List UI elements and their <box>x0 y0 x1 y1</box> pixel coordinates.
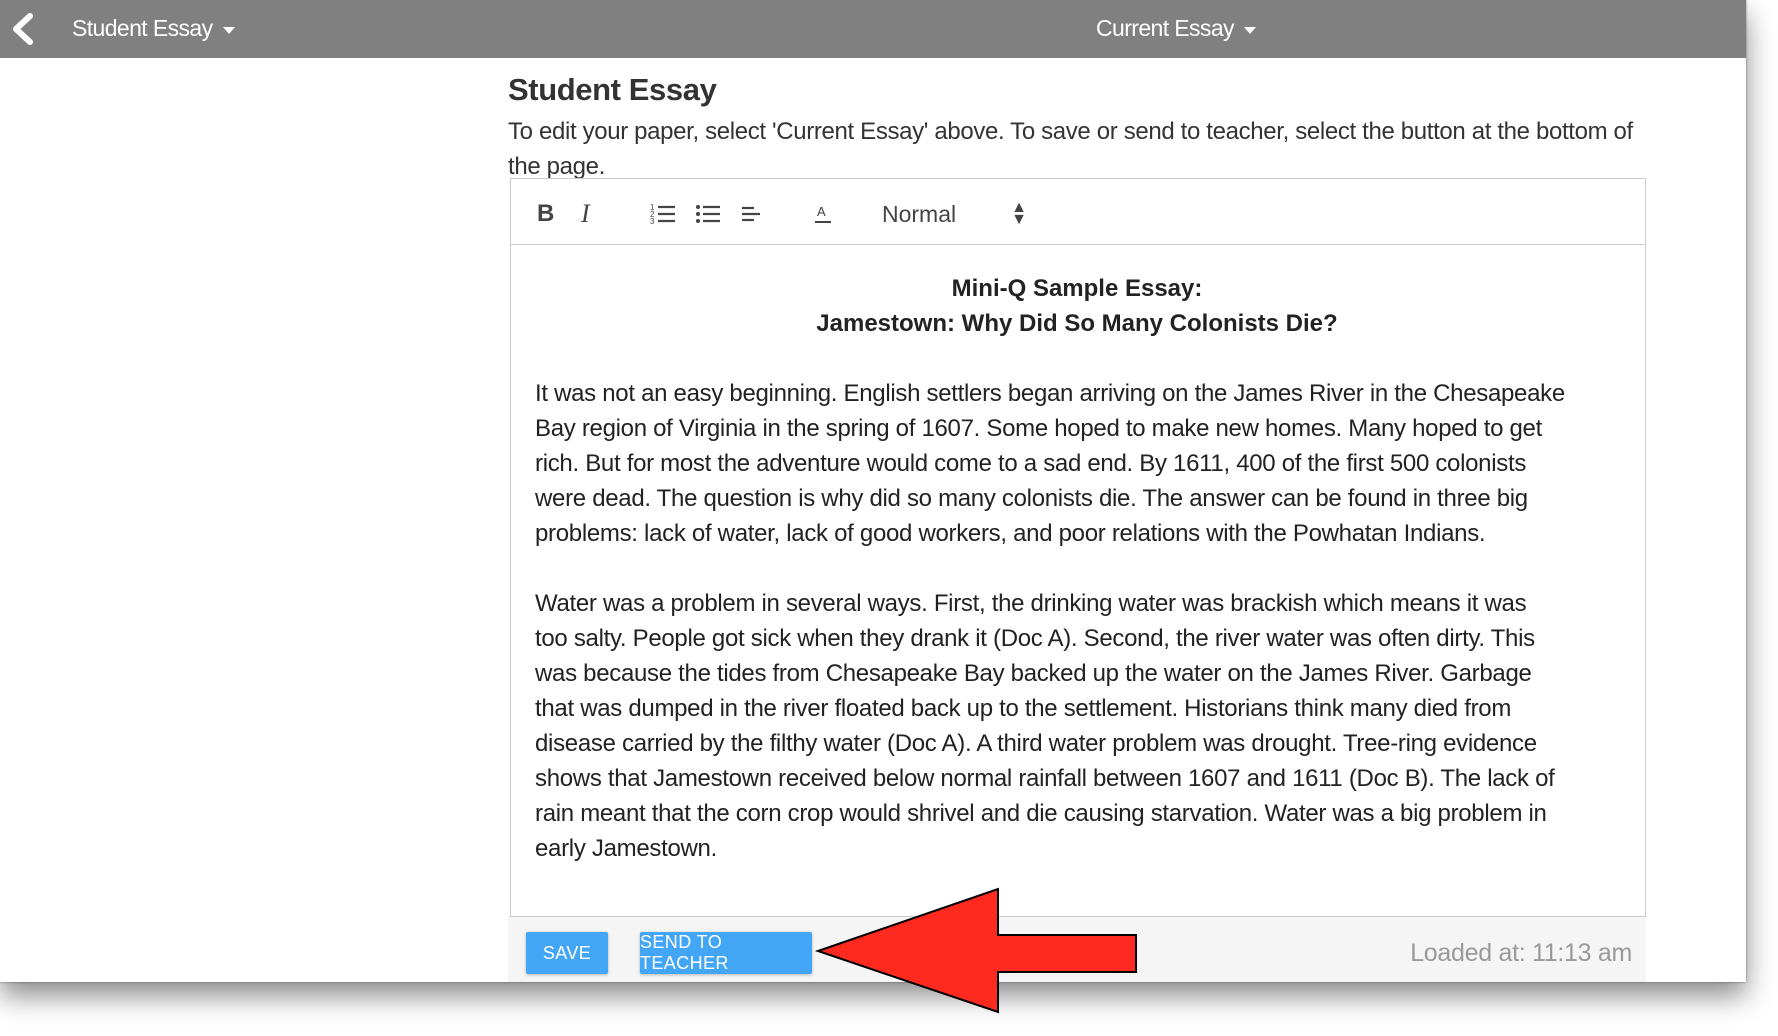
editor-content[interactable]: Mini-Q Sample Essay: Jamestown: Why Did … <box>511 245 1645 917</box>
essay-heading-line1: Mini-Q Sample Essay: <box>951 275 1203 302</box>
format-select-value: Normal <box>882 200 957 227</box>
send-to-teacher-button[interactable]: SEND TO TEACHER <box>640 932 812 974</box>
select-arrows-icon: ▲ ▼ <box>1011 199 1027 228</box>
save-button[interactable]: SAVE <box>526 932 608 974</box>
student-essay-dropdown[interactable]: Student Essay <box>72 15 235 42</box>
main-content: Student Essay To edit your paper, select… <box>508 58 1646 917</box>
editor-toolbar: B I 1 2 3 A Normal ▲ ▼ <box>511 179 1645 245</box>
essay-paragraph-2: Water was a problem in several ways. Fir… <box>535 590 1555 862</box>
app-window: Student Essay Current Essay Student Essa… <box>0 0 1746 982</box>
essay-heading-line2: Jamestown: Why Did So Many Colonists Die… <box>816 310 1338 337</box>
caret-down-icon <box>222 26 235 34</box>
svg-text:A: A <box>817 204 826 219</box>
bullet-list-icon[interactable] <box>695 201 721 227</box>
caret-down-icon <box>1243 26 1256 34</box>
top-bar: Student Essay Current Essay <box>0 0 1746 58</box>
essay-paragraph-1: It was not an easy beginning. English se… <box>535 380 1565 547</box>
current-essay-dropdown-label: Current Essay <box>1096 15 1235 41</box>
svg-text:3: 3 <box>650 217 655 226</box>
format-select[interactable]: Normal ▲ ▼ <box>882 199 1027 228</box>
ordered-list-icon[interactable]: 1 2 3 <box>650 201 676 227</box>
italic-button[interactable]: I <box>581 199 590 228</box>
page-title: Student Essay <box>508 72 717 107</box>
rich-text-editor: B I 1 2 3 A Normal ▲ ▼ Mini-Q Sample Ess… <box>510 178 1646 917</box>
bold-button[interactable]: B <box>537 200 554 227</box>
align-icon[interactable] <box>740 201 762 227</box>
text-color-icon[interactable]: A <box>813 201 833 227</box>
essay-heading: Mini-Q Sample Essay: Jamestown: Why Did … <box>535 271 1619 341</box>
student-essay-dropdown-label: Student Essay <box>72 15 213 41</box>
editor-footer: SAVE SEND TO TEACHER Loaded at: 11:13 am <box>508 917 1646 982</box>
loaded-timestamp: Loaded at: 11:13 am <box>1410 939 1632 967</box>
back-icon[interactable] <box>8 13 38 45</box>
instructions-text: To edit your paper, select 'Current Essa… <box>508 118 1633 180</box>
current-essay-dropdown[interactable]: Current Essay <box>1096 15 1256 42</box>
